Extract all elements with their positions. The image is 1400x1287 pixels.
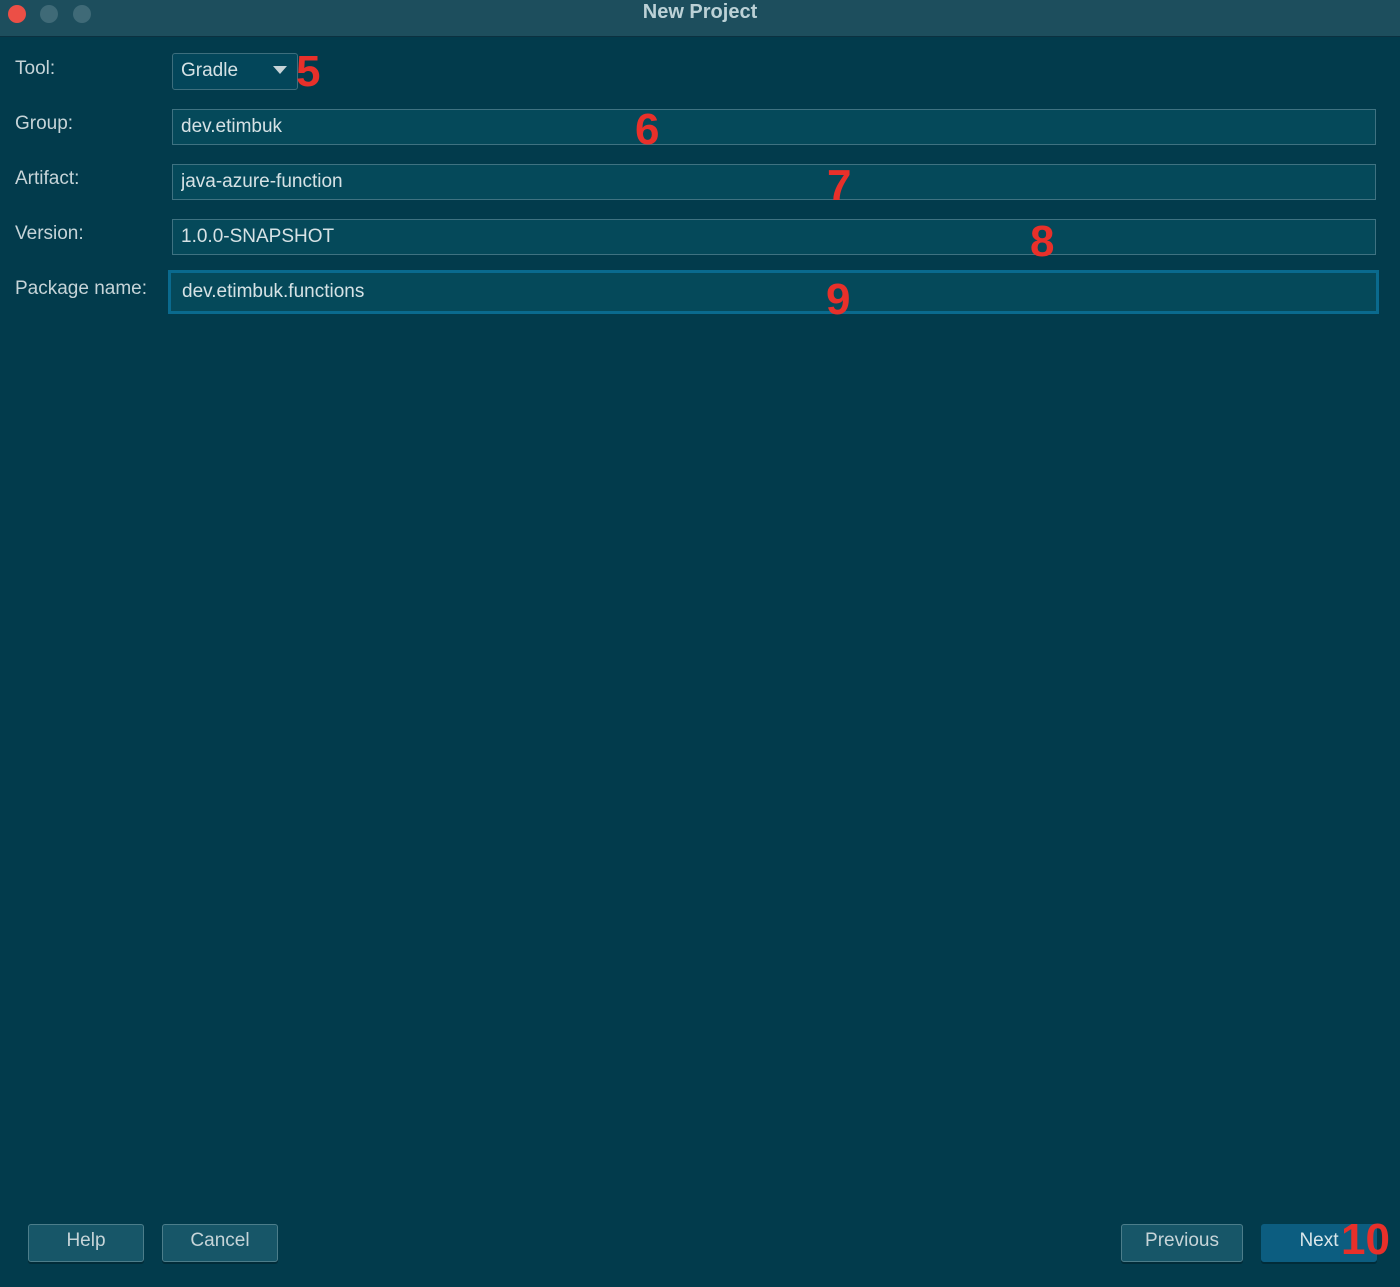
cancel-button[interactable]: Cancel — [162, 1224, 278, 1262]
chevron-down-icon — [273, 66, 287, 74]
annotation-marker: 9 — [826, 275, 851, 324]
package-name-input[interactable] — [168, 270, 1379, 314]
window-title: New Project — [642, 1, 758, 23]
annotation-marker: 5 — [296, 47, 321, 96]
tool-select-value: Gradle — [181, 60, 239, 81]
artifact-input[interactable] — [172, 164, 1376, 200]
title-bar: New Project — [0, 0, 1400, 37]
annotation-marker: 7 — [827, 161, 852, 210]
annotation-marker: 8 — [1030, 217, 1055, 266]
new-project-dialog: New Project Tool: Gradle 5 Group: 6 Arti… — [0, 0, 1400, 1287]
annotation-marker: 10 — [1341, 1215, 1390, 1264]
tool-select[interactable]: Gradle — [172, 53, 298, 90]
help-button[interactable]: Help — [28, 1224, 144, 1262]
version-label: Version: — [15, 223, 84, 244]
group-label: Group: — [15, 113, 74, 134]
tool-label: Tool: — [15, 58, 56, 79]
version-input[interactable] — [172, 219, 1376, 255]
previous-button[interactable]: Previous — [1121, 1224, 1243, 1262]
package-name-label: Package name: — [15, 278, 148, 299]
artifact-label: Artifact: — [15, 168, 80, 189]
group-input[interactable] — [172, 109, 1376, 145]
annotation-marker: 6 — [635, 105, 660, 154]
